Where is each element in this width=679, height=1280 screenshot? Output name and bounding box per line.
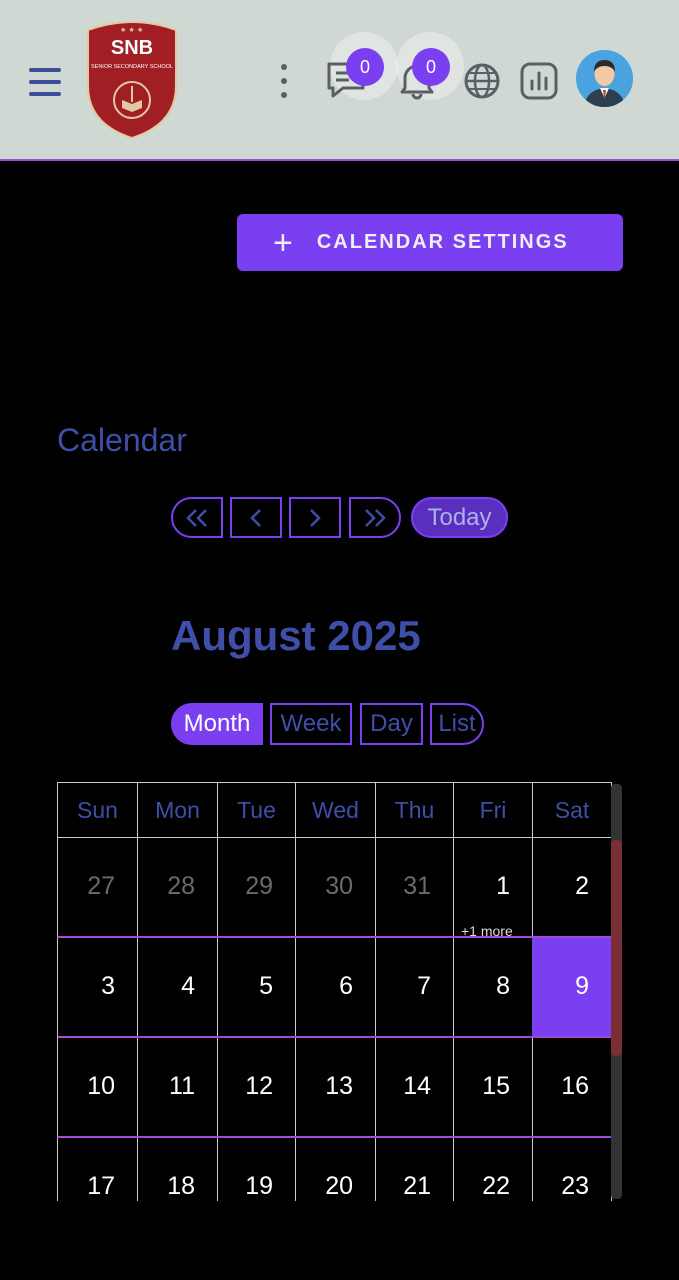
- day-number[interactable]: 7: [417, 972, 431, 1001]
- day-number[interactable]: 27: [87, 872, 115, 901]
- plus-icon: +: [273, 223, 293, 262]
- calendar-day-cell[interactable]: 20: [295, 1138, 376, 1201]
- day-number[interactable]: 30: [325, 872, 353, 901]
- calendar-day-cell[interactable]: 14: [375, 1038, 454, 1138]
- day-number[interactable]: 10: [87, 1072, 115, 1101]
- day-number[interactable]: 3: [101, 972, 115, 1001]
- school-logo[interactable]: SNB SENIOR SECONDARY SCHOOL ★ ★ ★: [84, 16, 180, 140]
- calendar-settings-button[interactable]: + CALENDAR SETTINGS: [237, 214, 623, 271]
- day-number[interactable]: 21: [403, 1172, 431, 1201]
- chevron-left-icon: [250, 508, 261, 527]
- calendar-day-cell[interactable]: 2: [532, 838, 612, 938]
- calendar-day-cell[interactable]: 22: [453, 1138, 533, 1201]
- calendar-day-cell[interactable]: 9: [532, 938, 612, 1038]
- messages-badge: 0: [346, 48, 384, 86]
- more-events-link[interactable]: +1 more: [461, 923, 513, 939]
- scrollbar-thumb[interactable]: [611, 840, 622, 1056]
- logo-name: SNB: [111, 37, 153, 59]
- calendar-settings-label: CALENDAR SETTINGS: [316, 231, 569, 253]
- calendar-day-cell[interactable]: 7: [375, 938, 454, 1038]
- day-number[interactable]: 19: [245, 1172, 273, 1201]
- calendar-day-cell[interactable]: 21: [375, 1138, 454, 1201]
- weekday-header: Mon: [137, 782, 218, 838]
- calendar-day-cell[interactable]: 17: [57, 1138, 138, 1201]
- calendar-day-cell[interactable]: 23: [532, 1138, 612, 1201]
- calendar-day-cell[interactable]: 6: [295, 938, 376, 1038]
- day-number[interactable]: 4: [181, 972, 195, 1001]
- calendar-day-cell[interactable]: 27: [57, 838, 138, 938]
- day-number[interactable]: 23: [561, 1172, 589, 1201]
- day-number[interactable]: 1: [496, 872, 510, 901]
- globe-icon[interactable]: [461, 60, 503, 102]
- day-number[interactable]: 11: [169, 1072, 195, 1101]
- today-button[interactable]: Today: [411, 497, 508, 538]
- day-number[interactable]: 15: [482, 1072, 510, 1101]
- day-number[interactable]: 22: [482, 1172, 510, 1201]
- calendar-day-cell[interactable]: 8: [453, 938, 533, 1038]
- calendar-grid: Sun Mon Tue Wed Thu Fri Sat 27 28 29 30 31 1 +1 more 2…: [57, 782, 623, 1201]
- next-month-button[interactable]: [289, 497, 341, 538]
- calendar-heading: Calendar: [57, 422, 187, 458]
- weekday-header: Fri: [453, 782, 533, 838]
- day-number[interactable]: 28: [167, 872, 195, 901]
- chevron-right-icon: [310, 508, 321, 527]
- calendar-scrollbar[interactable]: [611, 784, 622, 1199]
- day-number[interactable]: 12: [245, 1072, 273, 1101]
- day-number[interactable]: 9: [575, 972, 589, 1001]
- month-title: August 2025: [171, 612, 421, 659]
- calendar-day-cell[interactable]: 12: [217, 1038, 296, 1138]
- app-header: SNB SENIOR SECONDARY SCHOOL ★ ★ ★ 0 0: [0, 0, 679, 161]
- menu-icon[interactable]: [29, 68, 61, 96]
- weekday-header: Tue: [217, 782, 296, 838]
- view-list-button[interactable]: List: [430, 703, 484, 745]
- next-year-button[interactable]: [349, 497, 401, 538]
- calendar-day-cell[interactable]: 28: [137, 838, 218, 938]
- calendar-day-cell[interactable]: 15: [453, 1038, 533, 1138]
- prev-year-button[interactable]: [171, 497, 223, 538]
- prev-month-button[interactable]: [230, 497, 282, 538]
- calendar-day-cell[interactable]: 1 +1 more: [453, 838, 533, 939]
- calendar-day-cell[interactable]: 31: [375, 838, 454, 938]
- calendar-day-cell[interactable]: 16: [532, 1038, 612, 1138]
- day-number[interactable]: 14: [403, 1072, 431, 1101]
- view-month-button[interactable]: Month: [171, 703, 263, 745]
- calendar-day-cell[interactable]: 11: [137, 1038, 218, 1138]
- day-number[interactable]: 29: [245, 872, 273, 901]
- user-avatar[interactable]: [576, 50, 633, 107]
- day-number[interactable]: 18: [167, 1172, 195, 1201]
- view-week-button[interactable]: Week: [270, 703, 352, 745]
- calendar-day-cell[interactable]: 3: [57, 938, 138, 1038]
- analytics-icon[interactable]: [518, 60, 560, 102]
- logo-subtitle: SENIOR SECONDARY SCHOOL: [91, 64, 173, 70]
- view-day-button[interactable]: Day: [360, 703, 423, 745]
- day-number[interactable]: 17: [87, 1172, 115, 1201]
- weekday-header: Sat: [532, 782, 612, 838]
- day-number[interactable]: 8: [496, 972, 510, 1001]
- day-number[interactable]: 20: [325, 1172, 353, 1201]
- day-number[interactable]: 13: [325, 1072, 353, 1101]
- calendar-day-cell[interactable]: 29: [217, 838, 296, 938]
- svg-text:★ ★ ★: ★ ★ ★: [120, 26, 143, 34]
- calendar-day-cell[interactable]: 30: [295, 838, 376, 938]
- weekday-header: Thu: [375, 782, 454, 838]
- weekday-header: Wed: [295, 782, 376, 838]
- day-number[interactable]: 5: [259, 972, 273, 1001]
- double-chevron-right-icon: [365, 508, 386, 527]
- calendar-day-cell[interactable]: 19: [217, 1138, 296, 1201]
- notifications-badge: 0: [412, 48, 450, 86]
- more-options-icon[interactable]: [276, 64, 292, 98]
- day-number[interactable]: 31: [403, 872, 431, 901]
- weekday-header: Sun: [57, 782, 138, 838]
- double-chevron-left-icon: [186, 508, 207, 527]
- calendar-day-cell[interactable]: 10: [57, 1038, 138, 1138]
- calendar-day-cell[interactable]: 5: [217, 938, 296, 1038]
- calendar-day-cell[interactable]: 18: [137, 1138, 218, 1201]
- calendar-day-cell[interactable]: 4: [137, 938, 218, 1038]
- day-number[interactable]: 2: [575, 872, 589, 901]
- calendar-day-cell[interactable]: 13: [295, 1038, 376, 1138]
- day-number[interactable]: 16: [561, 1072, 589, 1101]
- day-number[interactable]: 6: [339, 972, 353, 1001]
